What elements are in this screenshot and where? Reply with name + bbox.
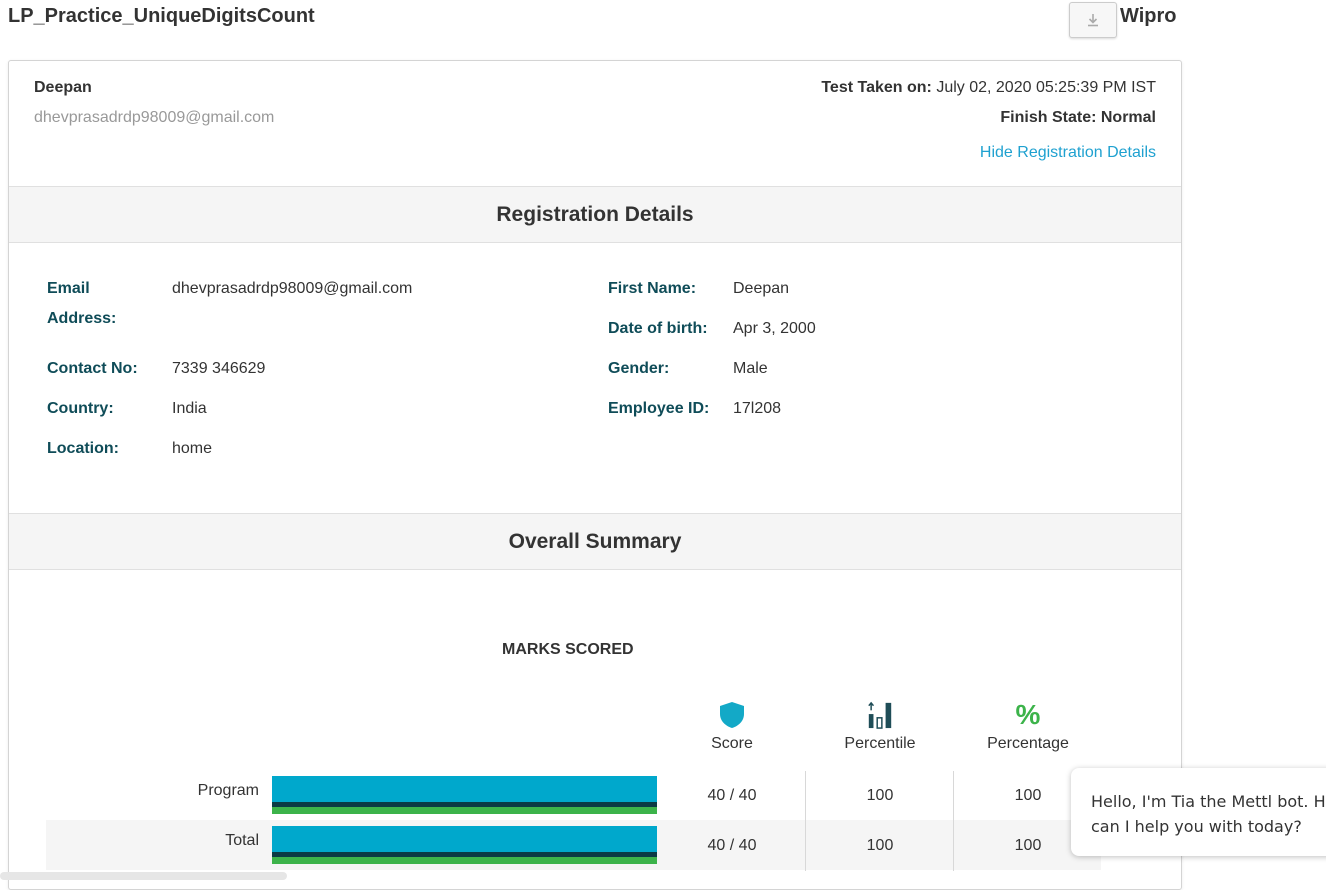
location-value: home [172,440,213,457]
finish-state-label: Finish State: [1000,109,1097,126]
first-name-value: Deepan [733,280,790,297]
total-bar-fill [272,826,657,852]
gender-value: Male [733,360,768,377]
test-taken: Test Taken on: July 02, 2020 05:25:39 PM… [821,79,1156,97]
hide-registration-link[interactable]: Hide Registration Details [980,144,1156,162]
download-button[interactable] [1069,2,1117,38]
program-percentile: 100 [866,787,894,804]
chatbot-bubble[interactable]: Hello, I'm Tia the Mettl bot. How can I … [1071,768,1326,856]
candidate-email: dhevprasadrdp98009@gmail.com [34,109,275,126]
score-column-header: Score [657,701,807,753]
employee-id-label: Employee ID: [608,400,710,417]
total-percentile: 100 [866,837,894,854]
horizontal-scrollbar[interactable] [0,872,287,880]
report-card: Deepan dhevprasadrdp98009@gmail.com Test… [8,60,1182,890]
candidate-name: Deepan [34,79,92,96]
shield-icon [720,702,744,728]
country-value: India [172,400,207,417]
program-bar-fill [272,776,657,802]
program-bar [272,776,657,814]
total-bar-base [272,857,657,864]
contact-value: 7339 346629 [172,360,266,377]
test-taken-value: July 02, 2020 05:25:39 PM IST [936,79,1156,96]
total-score: 40 / 40 [707,837,757,854]
total-bar [272,826,657,864]
country-label: Country: [47,400,114,417]
finish-state-value: Normal [1100,109,1156,126]
percentile-column-header: Percentile [805,701,955,753]
percent-icon: % [1015,699,1041,730]
chat-message-line: Hello, I'm Tia the Mettl bot. How [1091,792,1326,811]
percentage-column-header: % Percentage [953,701,1103,753]
program-score: 40 / 40 [707,787,757,804]
test-taken-label: Test Taken on: [821,79,932,96]
column-divider [953,771,954,871]
row-label: Program [197,782,259,799]
finish-state: Finish State: Normal [1000,109,1156,127]
program-bar-base [272,807,657,814]
first-name-label: First Name: [608,280,697,297]
bar-chart-icon [868,701,892,729]
download-icon [1088,14,1098,27]
email-label: Email Address: [47,280,117,327]
org-name: Wipro [1120,5,1177,27]
employee-id-value: 17l208 [733,400,782,417]
column-divider [805,771,806,871]
location-label: Location: [47,440,119,457]
row-label: Total [225,832,259,849]
dob-label: Date of birth: [608,320,708,337]
summary-header: Overall Summary [9,513,1181,570]
marks-scored-title: MARKS SCORED [502,641,634,658]
registration-header: Registration Details [9,186,1181,243]
contact-label: Contact No: [47,360,138,377]
gender-label: Gender: [608,360,670,377]
chat-message-line: can I help you with today? [1091,817,1302,836]
email-value: dhevprasadrdp98009@gmail.com [172,280,413,297]
dob-value: Apr 3, 2000 [733,320,816,337]
page-title: LP_Practice_UniqueDigitsCount [8,5,315,27]
